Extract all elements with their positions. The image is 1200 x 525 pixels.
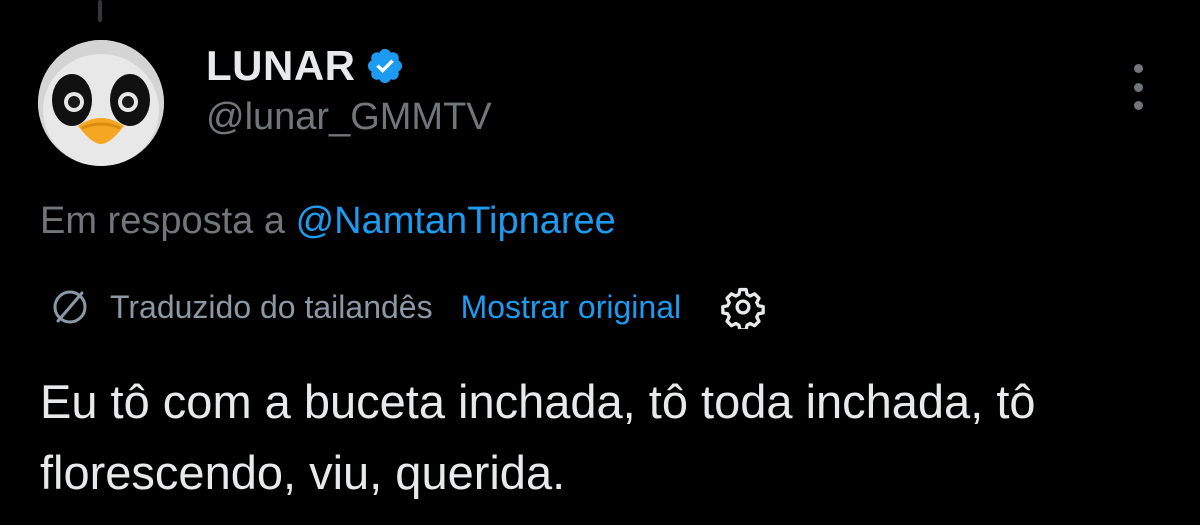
penguin-avatar-image: [38, 40, 164, 166]
more-options-button[interactable]: [1124, 64, 1152, 110]
translate-icon: [53, 290, 87, 324]
reply-context: Em resposta a @NamtanTipnaree: [40, 200, 616, 243]
avatar[interactable]: [38, 40, 164, 166]
more-dot-icon: [1133, 101, 1143, 110]
tweet-text: Eu tô com a buceta inchada, tô toda inch…: [40, 375, 1036, 499]
more-dot-icon: [1133, 64, 1143, 73]
translated-from-label: Traduzido do tailandês: [110, 288, 433, 325]
thread-connector-line: [98, 0, 102, 22]
gear-icon[interactable]: [721, 285, 765, 329]
translation-bar: Traduzido do tailandês Mostrar original: [50, 282, 765, 332]
author-display-name[interactable]: LUNAR: [206, 42, 355, 90]
reply-mention-link[interactable]: @NamtanTipnaree: [296, 200, 616, 242]
author-name-row: LUNAR: [206, 40, 405, 92]
show-original-link[interactable]: Mostrar original: [461, 289, 682, 326]
verified-badge-icon: [368, 48, 403, 84]
author-handle[interactable]: @lunar_GMMTV: [206, 96, 492, 139]
more-dot-icon: [1133, 82, 1143, 92]
reply-prefix: Em resposta a: [40, 200, 285, 242]
